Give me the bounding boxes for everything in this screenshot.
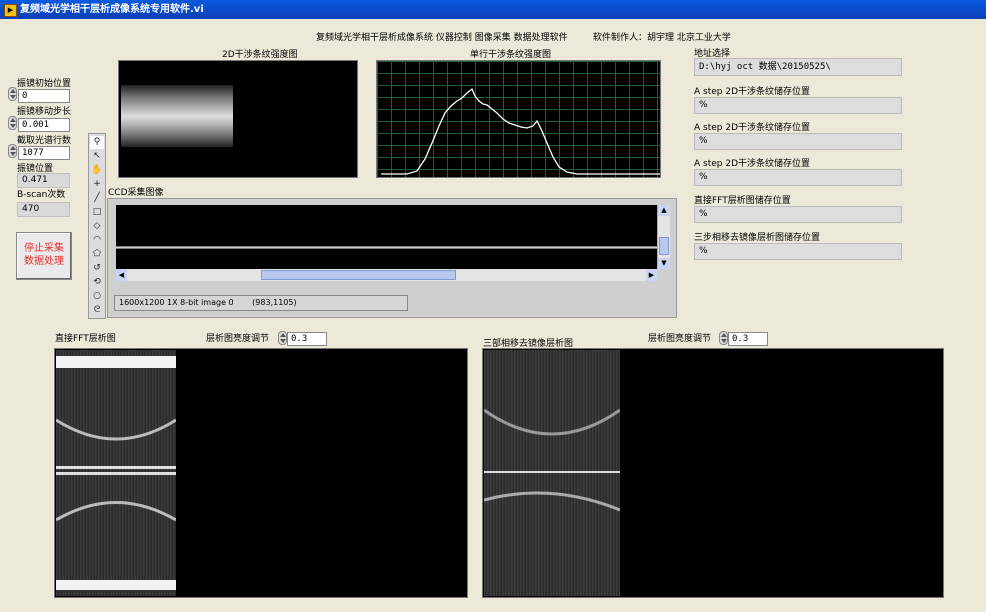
fringe2d-image (121, 85, 233, 147)
rotated-rect-icon[interactable]: ◇ (90, 220, 104, 233)
stop-button-line2: 数据处理 (24, 256, 64, 267)
fringe1d-graph (376, 60, 661, 178)
ccd-display-frame: ▲ ▼ ◀ ▶ 1600x1200 1X 8-bit image 0 (983,… (107, 198, 677, 318)
three-step-brightness-label: 层析图亮度调节 (648, 334, 712, 344)
fringe2d-graph (118, 60, 358, 178)
fft-save-label: 直接FFT层析图储存位置 (694, 196, 791, 206)
bscan-label: B-scan次数 (17, 190, 66, 200)
mirror-start-input[interactable]: 0 (18, 89, 70, 103)
a-step3-path-field[interactable]: % (694, 169, 902, 186)
scroll-down-icon[interactable]: ▼ (658, 258, 670, 269)
mirror-step-label: 振镜移动步长 (17, 107, 72, 117)
fft-tissue-curves (56, 418, 176, 522)
fringe1d-plot (381, 87, 660, 175)
three-step-brightness-spinner[interactable] (719, 331, 728, 345)
fft-tomogram-image (56, 350, 176, 596)
polygon-icon[interactable]: ⬠ (90, 248, 104, 261)
pan-icon[interactable]: ✋ (90, 164, 104, 177)
a-step2-label: A step 2D干涉条纹储存位置 (694, 123, 811, 133)
scroll-up-icon[interactable]: ▲ (658, 205, 670, 216)
stop-button-line1: 停止采集 (24, 243, 64, 254)
ccd-spectrum-line (116, 246, 657, 249)
fft-brightness-spinner[interactable] (278, 331, 287, 345)
pointer-icon[interactable]: ↖ (90, 150, 104, 163)
three-step-brightness-input[interactable]: 0.3 (728, 332, 768, 346)
ccd-image (116, 205, 657, 269)
oval-icon[interactable]: ○ (90, 290, 104, 303)
roi-tool-palette: ⚲ ↖ ✋ + ╱ □ ◇ ◠ ⬠ ↺ ⟲ ○ ᘓ (88, 133, 106, 319)
mirror-start-label: 振镜初始位置 (17, 79, 72, 89)
mirror-step-input[interactable]: 0.001 (18, 118, 70, 132)
rows-spinner[interactable] (8, 144, 17, 158)
three-step-tissue-curves (484, 408, 620, 512)
freehand-region-icon[interactable]: ᘓ (90, 304, 104, 317)
fringe1d-title: 单行干涉条纹强度图 (470, 50, 552, 60)
fft-save-path-field[interactable]: % (694, 206, 902, 223)
three-step-tomogram-image (484, 350, 620, 596)
fringe1d-trace (381, 87, 660, 175)
a-step1-label: A step 2D干涉条纹储存位置 (694, 87, 811, 97)
scroll-right-icon[interactable]: ▶ (646, 269, 657, 281)
scroll-left-icon[interactable]: ◀ (116, 269, 127, 281)
ccd-status-bar: 1600x1200 1X 8-bit image 0 (983,1105) (114, 295, 408, 311)
zoom-icon[interactable]: ⚲ (90, 136, 104, 149)
address-path-field[interactable]: D:\hyj oct 数据\20150525\ (694, 58, 902, 76)
three-step-save-path-field[interactable]: % (694, 243, 902, 260)
three-step-save-label: 三步相移去镜像层析图储存位置 (694, 233, 821, 243)
crosshair-icon[interactable]: + (90, 178, 104, 191)
system-caption: 复频域光学相干层析成像系统 仪器控制 图像采集 数据处理软件 (316, 33, 568, 43)
mirror-start-spinner[interactable] (8, 87, 17, 101)
vscroll-thumb[interactable] (659, 237, 669, 255)
window-title: 复频域光学相干层析成像系统专用软件.vi (20, 4, 204, 15)
ccd-image-info: 1600x1200 1X 8-bit image 0 (119, 298, 234, 307)
rows-label: 截取光谱行数 (17, 136, 72, 146)
rectangle-icon[interactable]: □ (90, 206, 104, 219)
ccd-horizontal-scrollbar[interactable]: ◀ ▶ (116, 269, 657, 281)
bscan-indicator: 470 (17, 202, 70, 217)
stop-acquisition-button[interactable]: 停止采集 数据处理 (16, 232, 72, 280)
fft-tomogram-graph (54, 348, 468, 598)
three-step-tomogram-graph (482, 348, 944, 598)
hscroll-thumb[interactable] (261, 270, 456, 280)
a-step3-label: A step 2D干涉条纹储存位置 (694, 159, 811, 169)
ccd-title: CCD采集图像 (108, 188, 164, 198)
fft-brightness-input[interactable]: 0.3 (287, 332, 327, 346)
fringe2d-title: 2D干涉条纹强度图 (222, 50, 298, 60)
a-step1-path-field[interactable]: % (694, 97, 902, 114)
mirror-pos-indicator: 0.471 (17, 173, 70, 188)
mirror-step-spinner[interactable] (8, 116, 17, 130)
author-caption: 软件制作人：胡宇理 北京工业大学 (593, 33, 731, 43)
rows-input[interactable]: 1077 (18, 146, 70, 160)
line-icon[interactable]: ╱ (90, 192, 104, 205)
ccd-vertical-scrollbar[interactable]: ▲ ▼ (657, 205, 670, 269)
a-step2-path-field[interactable]: % (694, 133, 902, 150)
labview-icon: ▶ (4, 4, 17, 17)
fft-tomogram-title: 直接FFT层析图 (55, 334, 116, 344)
window-titlebar: ▶ 复频域光学相干层析成像系统专用软件.vi (0, 0, 986, 19)
freehand-icon[interactable]: ↺ (90, 262, 104, 275)
broken-line-icon[interactable]: ⟲ (90, 276, 104, 289)
annulus-icon[interactable]: ◠ (90, 234, 104, 247)
fft-brightness-label: 层析图亮度调节 (206, 334, 270, 344)
ccd-cursor-coords: (983,1105) (252, 298, 297, 307)
